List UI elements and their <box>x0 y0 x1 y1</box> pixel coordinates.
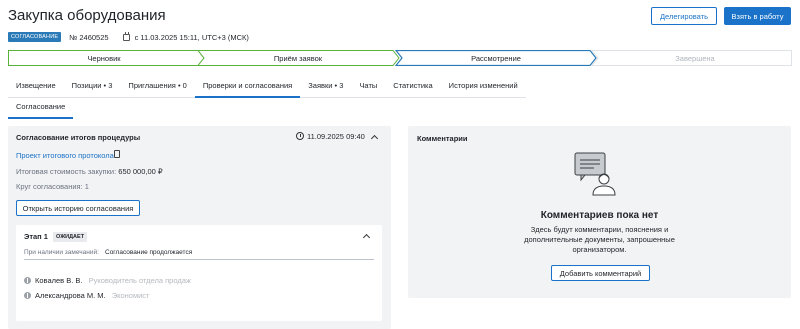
procurement-date: с 11.03.2025 15:11, UTC+3 (МСК) <box>134 32 249 42</box>
stage-collapse-chevron-icon[interactable] <box>362 233 371 242</box>
cost-value: 650 000,00 ₽ <box>118 167 163 176</box>
document-icon[interactable] <box>114 150 120 158</box>
stage-status-badge: ОЖИДАЕТ <box>53 232 88 242</box>
stage-field-label: При наличии замечаний: <box>24 249 99 256</box>
stage-field-value[interactable]: Согласование продолжается <box>105 249 192 256</box>
cost-row: Итоговая стоимость закупки: 650 000,00 ₽ <box>16 167 163 176</box>
procurement-number: № 2460525 <box>69 32 109 42</box>
approval-title: Согласование итогов процедуры <box>16 133 141 142</box>
comments-empty-text-line2: дополнительные документы, запрошенные <box>524 235 675 244</box>
tab-bar: Извещение Позиции • 3 Приглашения • 0 Пр… <box>8 79 526 98</box>
clock-icon <box>296 132 304 140</box>
approval-round: Круг согласования: 1 <box>16 182 89 191</box>
tab-invitations[interactable]: Приглашения • 0 <box>120 79 195 98</box>
tab-change-history[interactable]: История изменений <box>440 79 526 98</box>
stage-bid-reception: Приём заявок <box>273 53 323 63</box>
take-to-work-button[interactable]: Взять в работу <box>724 7 791 25</box>
calendar-icon <box>122 31 130 41</box>
meta-row: СОГЛАСОВАНИЕ № 2460525 с 11.03.2025 15:1… <box>8 31 249 42</box>
approval-datetime: 11.09.2025 09:40 <box>307 132 365 141</box>
comments-empty-text-line1: Здесь будут комментарии, пояснения и <box>530 225 669 234</box>
tab-notice[interactable]: Извещение <box>8 79 64 98</box>
stage-card: Этап 1 ОЖИДАЕТ При наличии замечаний: Со… <box>16 225 382 321</box>
comments-empty-text-line3: организатором. <box>572 245 627 254</box>
tab-statistics[interactable]: Статистика <box>385 79 441 98</box>
comment-illustration-icon <box>574 152 616 196</box>
comments-title: Комментарии <box>417 134 468 143</box>
approval-panel: Согласование итогов процедуры 11.09.2025… <box>8 126 391 329</box>
stage-draft: Черновик <box>87 53 121 63</box>
cost-label: Итоговая стоимость закупки: <box>16 167 117 176</box>
stage-field-underline <box>24 259 374 260</box>
collapse-chevron-icon[interactable] <box>370 134 379 143</box>
stage-review: Рассмотрение <box>471 53 521 63</box>
approver-name: Ковалев В. В. <box>35 276 83 285</box>
approver-row: Ковалев В. В. Руководитель отдела продаж <box>35 276 191 285</box>
delegate-button[interactable]: Делегировать <box>651 7 717 25</box>
status-badge: СОГЛАСОВАНИЕ <box>8 32 62 42</box>
approver-name: Александрова М. М. <box>35 291 106 300</box>
comments-empty-title: Комментариев пока нет <box>540 210 659 221</box>
tab-positions[interactable]: Позиции • 3 <box>63 79 121 98</box>
tab-bids[interactable]: Заявки • 3 <box>300 79 352 98</box>
protocol-link[interactable]: Проект итогового протокола <box>16 151 114 160</box>
stage-progress: Черновик Приём заявок Рассмотрение Завер… <box>8 50 792 66</box>
approver-row: Александрова М. М. Экономист <box>35 291 149 300</box>
tab-checks-approvals[interactable]: Проверки и согласования <box>194 79 301 98</box>
approver-status-icon <box>24 277 31 284</box>
add-comment-button[interactable]: Добавить комментарий <box>551 265 650 281</box>
approver-role: Экономист <box>111 291 150 300</box>
approver-role: Руководитель отдела продаж <box>88 276 191 285</box>
subtab-approval[interactable]: Согласование <box>8 100 74 119</box>
tab-chats[interactable]: Чаты <box>351 79 386 98</box>
page-title: Закупка оборудования <box>8 7 166 24</box>
stage-title: Этап 1 <box>24 232 48 241</box>
approver-status-icon <box>24 292 31 299</box>
stage-completed: Завершена <box>675 53 715 63</box>
comments-panel: Комментарии Комментариев пока нет Здесь … <box>408 126 791 298</box>
open-history-button[interactable]: Открыть историю согласования <box>16 200 140 216</box>
